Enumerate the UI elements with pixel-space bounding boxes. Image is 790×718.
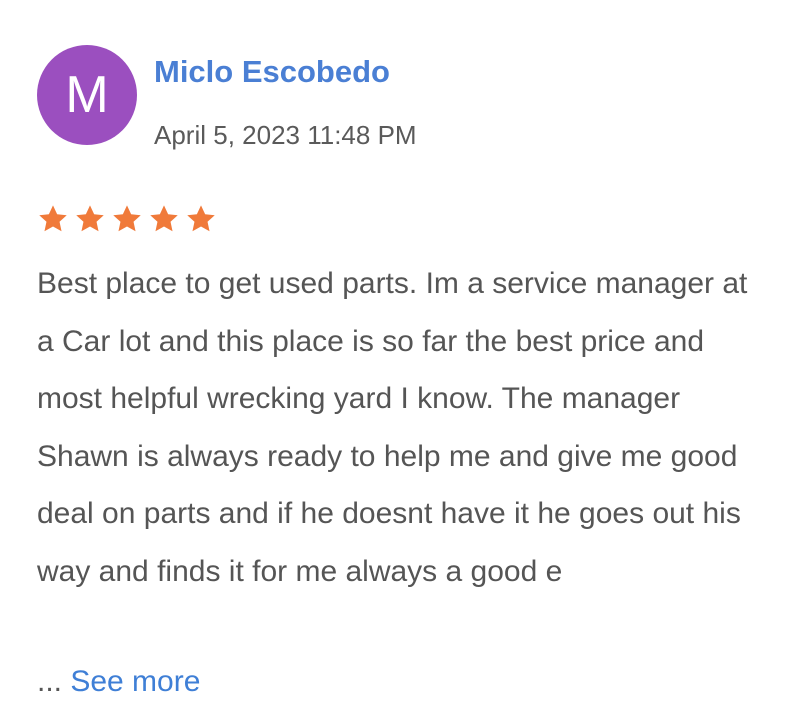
see-more-row: ... See more: [37, 657, 200, 707]
avatar: M: [37, 45, 137, 145]
review-card: M Miclo Escobedo April 5, 2023 11:48 PM …: [0, 0, 790, 718]
star-icon: [76, 205, 104, 232]
review-text: Best place to get used parts. Im a servi…: [37, 267, 748, 588]
star-icon: [187, 205, 215, 232]
star-icon: [39, 205, 67, 232]
avatar-letter: M: [65, 66, 109, 124]
star-rating: [37, 203, 217, 235]
review-date: April 5, 2023 11:48 PM: [154, 120, 417, 150]
ellipsis: ...: [37, 665, 71, 698]
see-more-link[interactable]: See more: [70, 665, 200, 698]
reviewer-name: Miclo Escobedo: [154, 54, 390, 89]
star-icon: [150, 205, 178, 232]
star-icon: [113, 205, 141, 232]
